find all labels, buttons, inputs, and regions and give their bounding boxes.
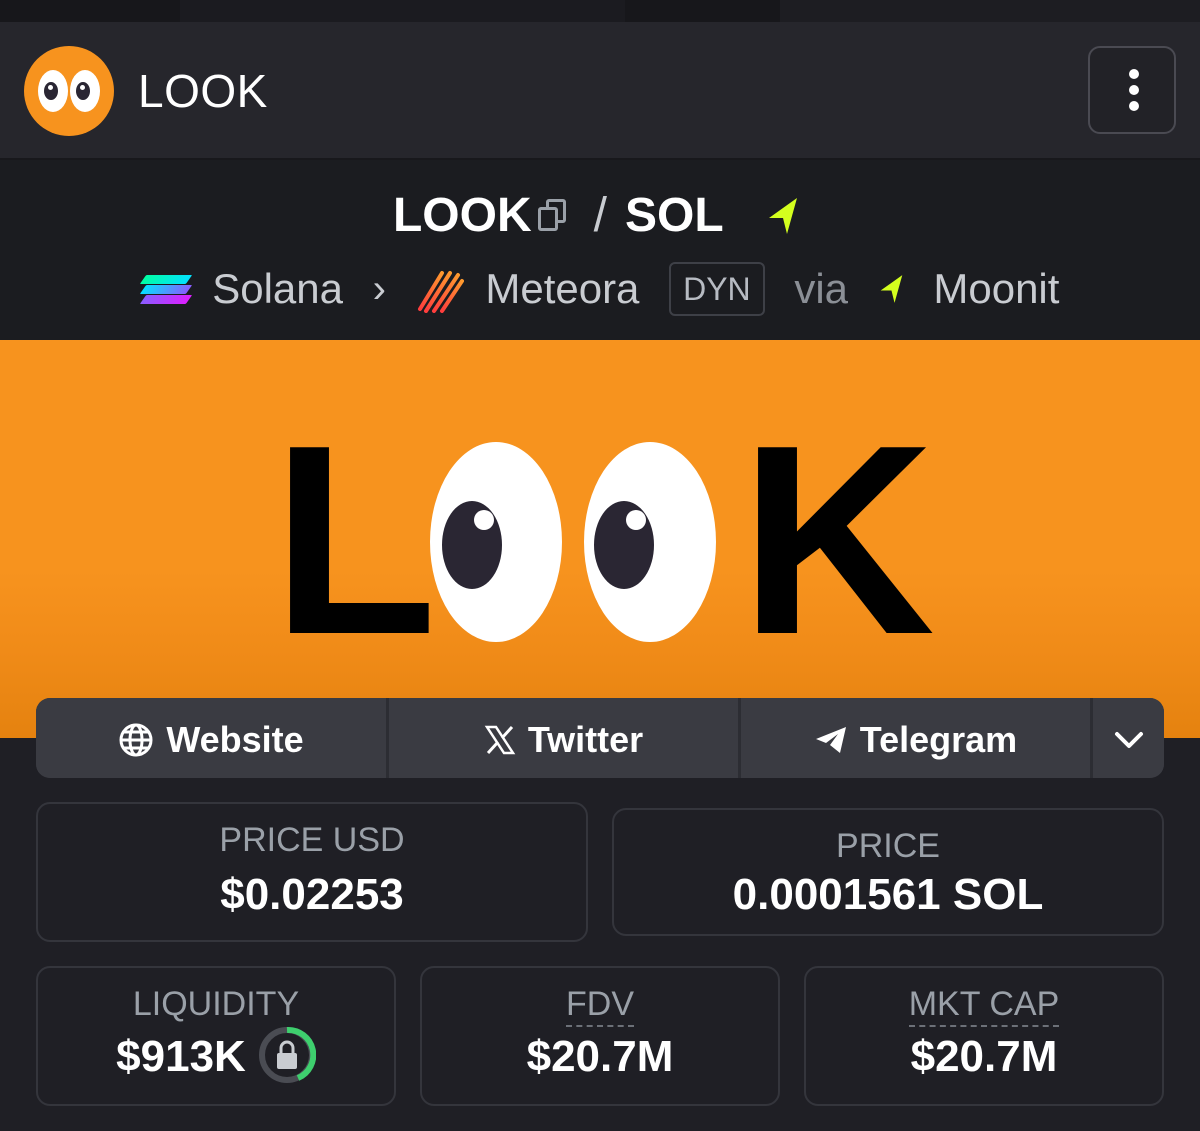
- route-breadcrumb: Solana › Meteora DYN via Moonit: [0, 256, 1200, 316]
- pair-quote: SOL: [624, 189, 724, 243]
- telegram-link[interactable]: Telegram: [738, 698, 1090, 778]
- pair-info: LOOK / SOL Solana › Meteora DYN via Moonit: [0, 160, 1200, 340]
- kebab-icon: [1129, 69, 1139, 79]
- moonit-icon: [880, 274, 902, 303]
- tab-strip-segment: [780, 0, 1200, 22]
- twitter-link[interactable]: Twitter: [386, 698, 738, 778]
- website-link[interactable]: Website: [36, 698, 386, 778]
- telegram-label: Telegram: [859, 719, 1018, 761]
- pool-type-badge: DYN: [669, 261, 765, 316]
- logo-eye-right: [70, 70, 100, 112]
- more-menu-button[interactable]: [1088, 46, 1176, 134]
- price-usd-label: PRICE USD: [219, 821, 405, 859]
- banner-letter-l: L: [272, 390, 437, 691]
- solana-icon: [139, 269, 192, 309]
- fdv-label: FDV: [566, 985, 634, 1027]
- pair-title: LOOK / SOL: [0, 186, 1200, 244]
- token-title: LOOK: [138, 65, 268, 117]
- chevron-down-icon: [1114, 732, 1143, 749]
- banner-eye-right: [584, 442, 716, 642]
- fdv-value: $20.7M: [526, 1032, 674, 1081]
- logo-eye-left: [38, 70, 68, 112]
- price-native-label: PRICE: [836, 827, 940, 865]
- liquidity-card: LIQUIDITY $913K: [36, 966, 396, 1106]
- fdv-card[interactable]: FDV $20.7M: [420, 966, 780, 1106]
- price-usd-card: PRICE USD $0.02253: [36, 802, 588, 942]
- liquidity-value: $913K: [116, 1032, 246, 1081]
- twitter-label: Twitter: [527, 719, 644, 761]
- website-label: Website: [166, 719, 304, 761]
- more-links-button[interactable]: [1090, 698, 1164, 778]
- globe-icon: [119, 723, 153, 757]
- banner-eye-left: [430, 442, 562, 642]
- price-native-card: PRICE 0.0001561 SOL: [612, 808, 1164, 936]
- pair-base: LOOK: [392, 189, 532, 243]
- social-links-bar: Website Twitter Telegram: [36, 698, 1164, 778]
- launchpad-name[interactable]: Moonit: [933, 259, 1059, 319]
- token-banner: L K: [0, 340, 1200, 738]
- token-header: LOOK: [0, 22, 1200, 160]
- mkt-cap-card[interactable]: MKT CAP $20.7M: [804, 966, 1164, 1106]
- price-native-value: 0.0001561 SOL: [732, 870, 1044, 919]
- meteora-icon: [417, 270, 464, 313]
- dex-name[interactable]: Meteora: [485, 259, 639, 319]
- mkt-cap-value: $20.7M: [910, 1032, 1058, 1081]
- copy-icon[interactable]: [537, 199, 568, 233]
- liquidity-label: LIQUIDITY: [132, 985, 300, 1023]
- telegram-icon: [815, 727, 846, 754]
- token-logo: [24, 46, 114, 136]
- banner-letter-k: K: [740, 390, 935, 691]
- x-logo-icon: [484, 726, 516, 755]
- via-label: via: [794, 264, 849, 312]
- mkt-cap-label: MKT CAP: [908, 985, 1060, 1027]
- tab-strip-segment: [180, 0, 625, 22]
- chevron-right-icon: ›: [372, 266, 386, 311]
- price-usd-value: $0.02253: [220, 870, 404, 919]
- moonit-arrow-icon: [769, 198, 797, 235]
- top-status-strip: [0, 0, 1200, 22]
- pair-separator: /: [593, 189, 607, 243]
- liquidity-lock-icon[interactable]: [258, 1026, 316, 1084]
- chain-name[interactable]: Solana: [212, 259, 343, 319]
